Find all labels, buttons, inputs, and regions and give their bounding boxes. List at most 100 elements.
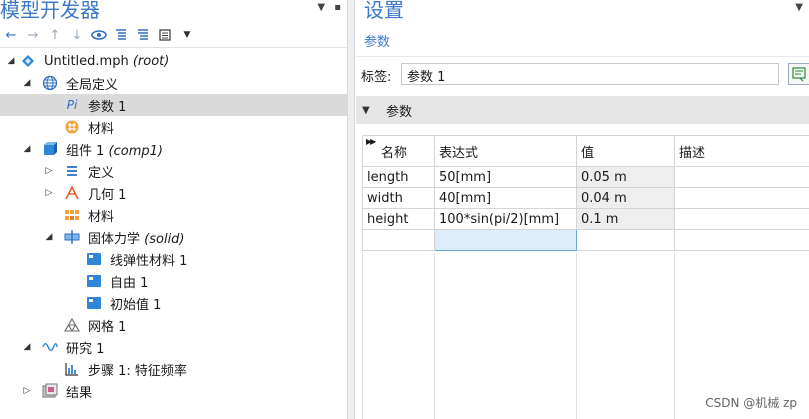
tree-node-component-1[interactable]: ◢ 组件 1 (comp1) xyxy=(0,138,347,160)
cell-value: 0.05 m xyxy=(576,166,675,188)
parameters-section-header[interactable]: ▼ 参数 xyxy=(356,96,809,124)
tree-label: 自由 1 xyxy=(110,275,149,291)
pane-splitter[interactable] xyxy=(347,0,355,419)
tree-label: 线弹性材料 1 xyxy=(110,253,188,269)
collapse-triangle-icon[interactable]: ◢ xyxy=(22,342,32,352)
tree-node-geometry-1[interactable]: ▷ 几何 1 xyxy=(0,182,347,204)
material-globe-icon xyxy=(64,119,80,135)
tree-label: 网格 1 xyxy=(88,319,127,335)
parameter-pi-icon: Pi xyxy=(66,98,78,112)
cell-description[interactable] xyxy=(674,166,809,188)
cell-name[interactable]: length xyxy=(362,166,435,188)
settings-divider xyxy=(356,56,809,57)
expand-triangle-icon[interactable]: ▷ xyxy=(22,386,32,396)
tree-node-component-materials[interactable]: 材料 xyxy=(0,204,347,226)
cell-description[interactable] xyxy=(674,229,809,251)
table-row[interactable]: length 50[mm] 0.05 m xyxy=(362,166,809,188)
cell-expression[interactable]: 50[mm] xyxy=(434,166,577,188)
cell-description[interactable] xyxy=(674,208,809,230)
definitions-icon xyxy=(64,163,80,179)
tree-node-global-materials[interactable]: 材料 xyxy=(0,116,347,138)
tree-node-global-definitions[interactable]: ◢ 全局定义 xyxy=(0,72,347,94)
cell-name[interactable] xyxy=(362,229,435,251)
tree-label: 参数 1 xyxy=(88,99,127,115)
cell-expression[interactable]: 40[mm] xyxy=(434,187,577,209)
tree-tag: (solid) xyxy=(144,231,185,247)
dropdown-icon[interactable]: ▼ xyxy=(795,2,803,13)
collapse-triangle-icon[interactable]: ◢ xyxy=(22,144,32,154)
tree-node-root[interactable]: ◢ Untitled.mph (root) xyxy=(0,50,347,72)
tree-node-results[interactable]: ▷ 结果 xyxy=(0,380,347,402)
move-up-icon[interactable]: ↑ xyxy=(46,26,64,44)
physics-node-icon xyxy=(86,273,102,289)
forward-arrow-icon[interactable]: → xyxy=(24,26,42,44)
column-header-expression[interactable]: 表达式 xyxy=(434,135,577,167)
tree-node-free-1[interactable]: 自由 1 xyxy=(0,270,347,292)
table-row[interactable]: width 40[mm] 0.04 m xyxy=(362,187,809,209)
tree-node-solid-mechanics[interactable]: ◢ 固体力学 (solid) xyxy=(0,226,347,248)
tree-node-initial-values-1[interactable]: 初始值 1 xyxy=(0,292,347,314)
collapse-triangle-icon[interactable]: ◢ xyxy=(6,56,16,66)
label-input[interactable]: 参数 1 xyxy=(401,63,779,85)
expand-all-icon[interactable] xyxy=(112,26,130,44)
move-down-icon[interactable]: ↓ xyxy=(68,26,86,44)
cell-name[interactable]: width xyxy=(362,187,435,209)
tree-node-linear-elastic-material-1[interactable]: 线弹性材料 1 xyxy=(0,248,347,270)
materials-icon xyxy=(64,207,80,223)
grid-line xyxy=(434,253,435,419)
tree-label: 全局定义 xyxy=(66,77,119,93)
parameters-table: ▶▶ 名称 表达式 值 描述 length 50[mm] 0.05 m widt… xyxy=(362,135,809,251)
back-arrow-icon[interactable]: ← xyxy=(2,26,20,44)
list-view-icon[interactable] xyxy=(156,26,174,44)
table-header-row: ▶▶ 名称 表达式 值 描述 xyxy=(362,135,809,167)
tree-node-step-1[interactable]: 步骤 1: 特征频率 xyxy=(0,358,347,380)
dropdown-icon[interactable]: ▼ xyxy=(317,2,325,13)
column-header-name[interactable]: ▶▶ 名称 xyxy=(362,135,435,167)
collapse-triangle-icon[interactable]: ◢ xyxy=(22,78,32,88)
tree-node-study-1[interactable]: ◢ 研究 1 xyxy=(0,336,347,358)
table-row[interactable]: height 100*sin(pi/2)[mm] 0.1 m xyxy=(362,208,809,230)
model-builder-title: 模型开发器 xyxy=(0,0,100,22)
pin-icon[interactable]: ▪ xyxy=(334,2,341,13)
expand-triangle-icon[interactable]: ▷ xyxy=(44,188,54,198)
show-icon[interactable] xyxy=(90,26,108,44)
table-row-empty[interactable] xyxy=(362,229,809,251)
tree-label: 步骤 1: 特征频率 xyxy=(88,363,187,379)
tree-node-parameters-1[interactable]: Pi 参数 1 xyxy=(0,94,347,116)
settings-pane: 设置 ▼ 参数 标签: 参数 1 ▼ 参数 ▶▶ 名称 表达式 值 描述 len… xyxy=(356,0,809,419)
section-collapse-icon[interactable]: ▼ xyxy=(362,105,370,116)
label-action-button[interactable] xyxy=(788,63,809,85)
expand-triangle-icon[interactable]: ▷ xyxy=(44,166,54,176)
app-root: 模型开发器 ▼ ▪ ← → ↑ ↓ ▼ ◢ Untitled.mph (root… xyxy=(0,0,809,419)
collapse-triangle-icon[interactable]: ◢ xyxy=(44,232,54,242)
cell-description[interactable] xyxy=(674,187,809,209)
tree-node-mesh-1[interactable]: 网格 1 xyxy=(0,314,347,336)
tree-label: 初始值 1 xyxy=(110,297,162,313)
column-header-label: 名称 xyxy=(381,145,408,161)
tree-label: 组件 1 xyxy=(66,143,105,159)
cell-value xyxy=(576,229,675,251)
toolbar-divider xyxy=(0,47,347,48)
column-header-description[interactable]: 描述 xyxy=(674,135,809,167)
model-builder-window-controls[interactable]: ▼ ▪ xyxy=(311,2,341,13)
watermark: CSDN @机械 zp xyxy=(705,396,797,410)
tree-label: 研究 1 xyxy=(66,341,105,357)
cell-expression-active[interactable] xyxy=(434,229,577,251)
column-menu-icon[interactable]: ▶▶ xyxy=(366,137,376,146)
collapse-all-icon[interactable] xyxy=(134,26,152,44)
tree-label: 几何 1 xyxy=(88,187,127,203)
column-header-value[interactable]: 值 xyxy=(576,135,675,167)
grid-line xyxy=(362,253,363,419)
tree-label: 材料 xyxy=(88,209,115,225)
tree-node-definitions[interactable]: ▷ 定义 xyxy=(0,160,347,182)
tree-label: 材料 xyxy=(88,121,115,137)
cell-value: 0.04 m xyxy=(576,187,675,209)
settings-window-controls[interactable]: ▼ xyxy=(795,2,803,13)
results-icon xyxy=(42,383,58,399)
toolbar-dropdown-icon[interactable]: ▼ xyxy=(178,26,196,44)
tree-tag: (root) xyxy=(132,53,170,69)
cell-name[interactable]: height xyxy=(362,208,435,230)
settings-subtitle: 参数 xyxy=(364,35,391,50)
cell-expression[interactable]: 100*sin(pi/2)[mm] xyxy=(434,208,577,230)
model-builder-pane: 模型开发器 ▼ ▪ ← → ↑ ↓ ▼ ◢ Untitled.mph (root… xyxy=(0,0,347,419)
